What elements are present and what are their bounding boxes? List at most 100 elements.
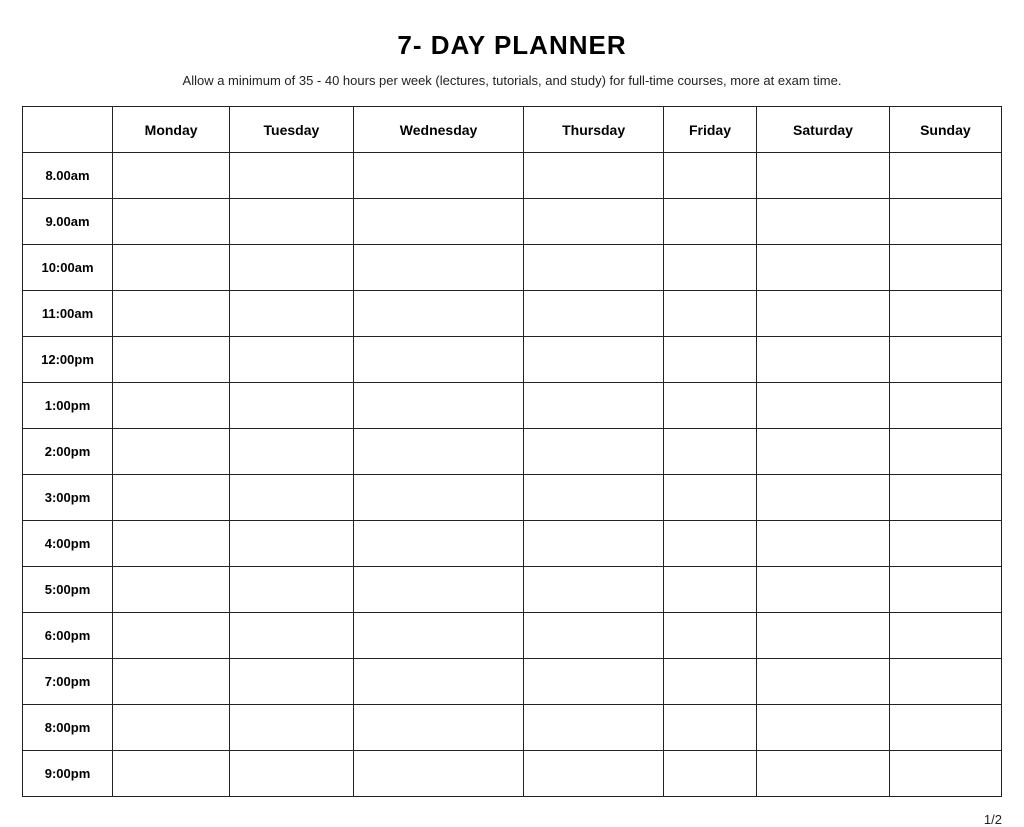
day-cell[interactable] [757,337,890,383]
day-cell[interactable] [230,429,353,475]
day-cell[interactable] [663,153,757,199]
day-cell[interactable] [230,521,353,567]
day-cell[interactable] [663,567,757,613]
day-cell[interactable] [524,705,663,751]
day-cell[interactable] [889,613,1001,659]
day-cell[interactable] [889,567,1001,613]
day-cell[interactable] [757,475,890,521]
day-cell[interactable] [353,245,524,291]
day-cell[interactable] [889,291,1001,337]
day-cell[interactable] [113,291,230,337]
day-cell[interactable] [353,337,524,383]
day-cell[interactable] [524,429,663,475]
day-cell[interactable] [353,153,524,199]
day-cell[interactable] [353,567,524,613]
day-cell[interactable] [757,613,890,659]
day-cell[interactable] [757,153,890,199]
day-cell[interactable] [663,613,757,659]
day-cell[interactable] [113,567,230,613]
day-cell[interactable] [889,383,1001,429]
table-row: 8.00am [23,153,1002,199]
day-cell[interactable] [663,383,757,429]
planner-table: Monday Tuesday Wednesday Thursday Friday… [22,106,1002,797]
day-cell[interactable] [889,153,1001,199]
day-cell[interactable] [889,199,1001,245]
day-cell[interactable] [113,659,230,705]
day-cell[interactable] [230,705,353,751]
day-cell[interactable] [230,291,353,337]
day-cell[interactable] [353,199,524,245]
day-cell[interactable] [230,153,353,199]
day-cell[interactable] [757,291,890,337]
day-cell[interactable] [889,475,1001,521]
day-cell[interactable] [113,751,230,797]
day-cell[interactable] [663,751,757,797]
day-cell[interactable] [353,429,524,475]
day-cell[interactable] [663,659,757,705]
day-cell[interactable] [113,521,230,567]
day-cell[interactable] [889,705,1001,751]
day-cell[interactable] [353,383,524,429]
day-cell[interactable] [757,705,890,751]
day-cell[interactable] [524,567,663,613]
day-cell[interactable] [889,521,1001,567]
day-cell[interactable] [113,153,230,199]
day-cell[interactable] [524,383,663,429]
day-cell[interactable] [663,337,757,383]
day-cell[interactable] [524,751,663,797]
day-cell[interactable] [113,199,230,245]
day-cell[interactable] [353,705,524,751]
day-cell[interactable] [230,245,353,291]
day-cell[interactable] [524,475,663,521]
day-cell[interactable] [757,521,890,567]
day-cell[interactable] [663,199,757,245]
day-cell[interactable] [353,521,524,567]
day-cell[interactable] [524,153,663,199]
day-cell[interactable] [757,383,890,429]
day-cell[interactable] [353,751,524,797]
day-cell[interactable] [113,429,230,475]
day-cell[interactable] [524,245,663,291]
day-cell[interactable] [230,383,353,429]
day-cell[interactable] [353,475,524,521]
day-cell[interactable] [524,659,663,705]
day-cell[interactable] [524,337,663,383]
day-cell[interactable] [524,291,663,337]
day-cell[interactable] [230,199,353,245]
day-cell[interactable] [230,337,353,383]
day-cell[interactable] [889,245,1001,291]
day-cell[interactable] [113,705,230,751]
day-cell[interactable] [353,291,524,337]
day-cell[interactable] [889,751,1001,797]
day-cell[interactable] [524,521,663,567]
day-cell[interactable] [113,475,230,521]
day-cell[interactable] [757,429,890,475]
day-cell[interactable] [230,567,353,613]
day-cell[interactable] [113,337,230,383]
day-cell[interactable] [524,613,663,659]
day-cell[interactable] [353,613,524,659]
day-cell[interactable] [230,475,353,521]
day-cell[interactable] [113,383,230,429]
day-cell[interactable] [663,475,757,521]
day-cell[interactable] [353,659,524,705]
day-cell[interactable] [663,521,757,567]
day-cell[interactable] [663,291,757,337]
day-cell[interactable] [230,613,353,659]
day-cell[interactable] [663,245,757,291]
day-cell[interactable] [663,429,757,475]
day-cell[interactable] [524,199,663,245]
day-cell[interactable] [757,751,890,797]
day-cell[interactable] [663,705,757,751]
day-cell[interactable] [113,245,230,291]
day-cell[interactable] [757,245,890,291]
day-cell[interactable] [889,659,1001,705]
day-cell[interactable] [757,567,890,613]
day-cell[interactable] [230,659,353,705]
day-cell[interactable] [889,337,1001,383]
day-cell[interactable] [757,199,890,245]
day-cell[interactable] [889,429,1001,475]
day-cell[interactable] [757,659,890,705]
day-cell[interactable] [230,751,353,797]
day-cell[interactable] [113,613,230,659]
